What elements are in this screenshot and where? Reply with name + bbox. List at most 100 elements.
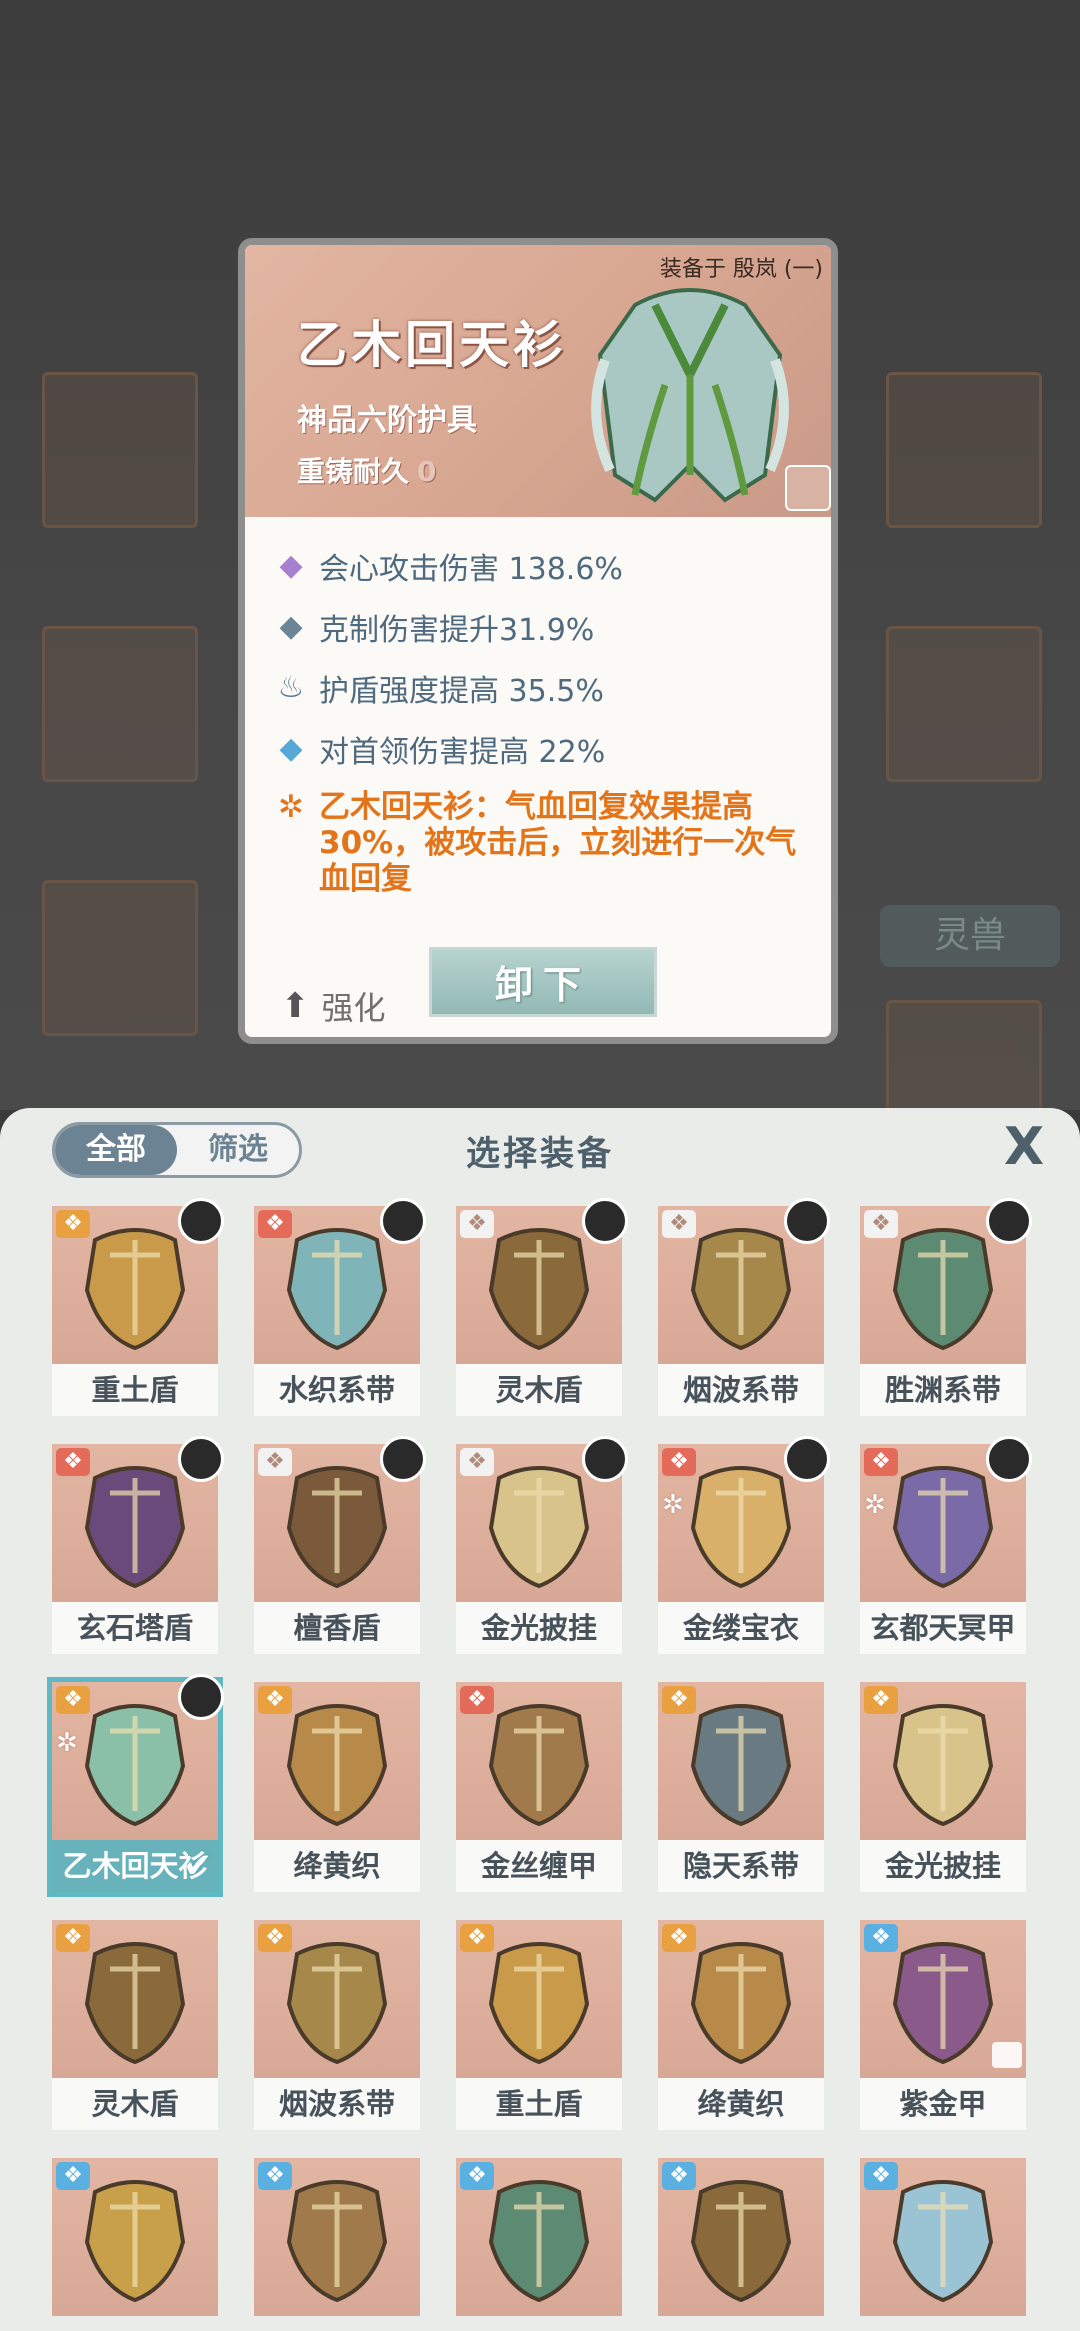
equipment-item[interactable]: ❖ 紫金甲 (860, 1920, 1026, 2130)
armor-type-icon: ❖ (258, 1924, 292, 1952)
armor-type-icon: ❖ (258, 1210, 292, 1238)
attribute-text: 会心攻击伤害 138.6% (319, 551, 623, 587)
shield-flame-icon: ♨ (277, 670, 305, 705)
equipment-item[interactable]: ❖ (860, 2158, 1026, 2331)
equipment-icon (488, 1228, 590, 1350)
unequip-button[interactable]: 卸下 (429, 947, 657, 1017)
equipment-item[interactable]: ❖ 金光披挂 (860, 1682, 1026, 1892)
close-icon[interactable]: X (1004, 1120, 1044, 1174)
armor-type-icon: ❖ (56, 1210, 90, 1238)
blue-diamond-icon: ◆ (279, 731, 303, 766)
character-avatar (582, 1198, 628, 1244)
equipment-item[interactable]: ❖ 灵木盾 (52, 1920, 218, 2130)
equipment-name: 玄都天冥甲 (860, 1602, 1026, 1654)
equipment-icon (690, 1942, 792, 2064)
equipment-icon (84, 1942, 186, 2064)
equipment-item[interactable]: ❖ ✲ 金缕宝衣 (658, 1436, 830, 1654)
set-bonus-icon: ✲ (278, 789, 304, 825)
equipment-item[interactable]: ❖ ✲ 玄都天冥甲 (860, 1436, 1032, 1654)
equipment-item[interactable]: ❖ (658, 2158, 824, 2331)
attribute-text: 克制伤害提升31.9% (319, 612, 595, 648)
equipment-item[interactable]: ❖ 灵木盾 (456, 1198, 628, 1416)
equipment-name: 重土盾 (456, 2078, 622, 2130)
character-avatar (178, 1436, 224, 1482)
equipment-icon (286, 2180, 388, 2302)
set-bonus-icon: ✲ (56, 1728, 78, 1758)
armor-type-icon: ❖ (56, 2162, 90, 2190)
equipment-icon (892, 2180, 994, 2302)
equipment-item[interactable]: ❖ 重土盾 (52, 1198, 224, 1416)
equipment-name: 玄石塔盾 (52, 1602, 218, 1654)
armor-type-icon: ❖ (864, 2162, 898, 2190)
enhance-button[interactable]: ⬆ 强化 (281, 983, 386, 1029)
equipment-name: 金丝缠甲 (456, 1840, 622, 1892)
equipment-icon (892, 1466, 994, 1588)
equipment-icon (84, 2180, 186, 2302)
background-pet-slot (886, 1000, 1042, 1116)
equipment-icon (286, 1704, 388, 1826)
enhance-label: 强化 (321, 989, 386, 1027)
equipment-item[interactable]: ❖ 绛黄织 (658, 1920, 824, 2130)
background-pet-tag: 灵兽 (880, 905, 1060, 967)
equipment-name: 金光披挂 (860, 1840, 1026, 1892)
armor-type-icon: ❖ (258, 2162, 292, 2190)
equipment-icon (488, 1466, 590, 1588)
equipment-name: 绛黄织 (658, 2078, 824, 2130)
equipment-item[interactable]: ❖ 烟波系带 (658, 1198, 830, 1416)
set-bonus-icon: ✲ (662, 1490, 684, 1520)
arrow-up-icon: ⬆ (281, 986, 310, 1026)
attribute-row: ◆ 克制伤害提升31.9% (271, 596, 811, 657)
character-avatar (784, 1198, 830, 1244)
equipment-item[interactable]: ❖ 檀香盾 (254, 1436, 426, 1654)
equipment-name: 檀香盾 (254, 1602, 420, 1654)
equipment-item[interactable]: ❖ (254, 2158, 420, 2331)
armor-type-icon: ❖ (662, 1924, 696, 1952)
armor-type-icon: ❖ (662, 1448, 696, 1476)
armor-type-icon: ❖ (460, 1686, 494, 1714)
equipment-icon (84, 1466, 186, 1588)
equipment-name: 灵木盾 (52, 2078, 218, 2130)
character-avatar (784, 1436, 830, 1482)
equipment-item[interactable]: ❖ 玄石塔盾 (52, 1436, 224, 1654)
background-armor-slot (42, 626, 198, 782)
armor-type-icon: ❖ (460, 1924, 494, 1952)
durability: 重铸耐久 0 (297, 450, 437, 490)
slate-diamond-icon: ◆ (279, 609, 303, 644)
equipment-icon (690, 1704, 792, 1826)
background-helmet-slot (886, 372, 1042, 528)
item-grade: 神品六阶护具 (297, 403, 477, 438)
equipment-item[interactable]: ❖ 隐天系带 (658, 1682, 824, 1892)
equipment-icon (286, 1942, 388, 2064)
equipment-item[interactable]: ❖ (52, 2158, 218, 2331)
attribute-text: 对首领伤害提高 22% (319, 734, 606, 770)
armor-type-icon: ❖ (662, 1210, 696, 1238)
equipment-name: 水织系带 (254, 1364, 420, 1416)
equipment-name: 金缕宝衣 (658, 1602, 824, 1654)
equipment-item[interactable]: ❖ 金光披挂 (456, 1436, 628, 1654)
background-boots-slot (42, 880, 198, 1036)
item-name: 乙木回天衫 (297, 316, 567, 374)
equipment-item[interactable]: ❖ 重土盾 (456, 1920, 622, 2130)
set-effect-text: 乙木回天衫：气血回复效果提高30%，被攻击后，立刻进行一次气血回复 (319, 789, 797, 897)
equipment-icon (892, 1942, 994, 2064)
armor-type-icon: ❖ (56, 1924, 90, 1952)
equipment-item[interactable]: ❖ 绛黄织 (254, 1682, 420, 1892)
armor-type-icon: ❖ (460, 1210, 494, 1238)
character-avatar (582, 1436, 628, 1482)
detail-header: 装备于 殷岚 (一) 乙木回天衫 神品六阶护具 重铸耐久 0 (245, 245, 831, 517)
equipment-item[interactable]: ❖ 金丝缠甲 (456, 1682, 622, 1892)
set-bonus-icon: ✲ (864, 1490, 886, 1520)
purple-diamond-icon: ◆ (279, 548, 303, 583)
equipment-select-sheet: 全部 筛选 选择装备 X ❖ 重土盾 ❖ 水织系带 ❖ 灵木盾 ❖ 烟波系带 ❖ 胜渊系带 ❖ 玄石塔… (0, 1108, 1080, 2331)
equipment-item[interactable]: ❖ (456, 2158, 622, 2331)
equipment-name: 烟波系带 (658, 1364, 824, 1416)
equipment-item[interactable]: ❖ 水织系带 (254, 1198, 426, 1416)
armor-type-icon: ❖ (258, 1448, 292, 1476)
equipment-item[interactable]: ❖ 烟波系带 (254, 1920, 420, 2130)
equipment-icon (690, 2180, 792, 2302)
equipment-item[interactable]: ❖ ✲ 乙木回天衫 ✔ (47, 1674, 224, 1897)
lock-icon[interactable] (785, 465, 831, 511)
equipment-icon (488, 1942, 590, 2064)
equipment-item[interactable]: ❖ 胜渊系带 (860, 1198, 1032, 1416)
character-avatar (380, 1198, 426, 1244)
